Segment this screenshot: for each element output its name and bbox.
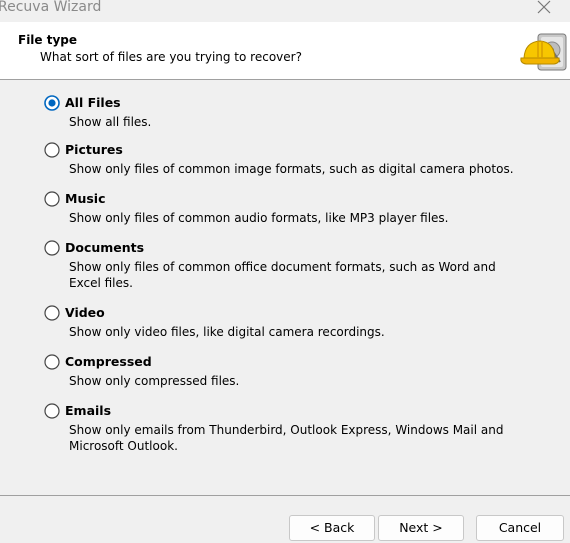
radio-all-files[interactable] bbox=[44, 95, 60, 111]
option-label: Documents bbox=[65, 240, 145, 255]
page-subtitle: What sort of files are you trying to rec… bbox=[40, 50, 302, 64]
close-button[interactable] bbox=[530, 0, 570, 18]
back-button[interactable]: < Back bbox=[289, 515, 375, 541]
radio-pictures[interactable] bbox=[44, 142, 60, 158]
option-description: Show only compressed files. bbox=[69, 374, 240, 388]
option-label: Music bbox=[65, 191, 106, 206]
option-description: Show only files of common audio formats,… bbox=[69, 211, 449, 225]
radio-emails[interactable] bbox=[44, 403, 60, 419]
next-button[interactable]: Next > bbox=[378, 515, 464, 541]
option-description: Show only video files, like digital came… bbox=[69, 325, 385, 339]
cancel-button[interactable]: Cancel bbox=[476, 515, 564, 541]
option-label: Video bbox=[65, 305, 105, 320]
window-title: Recuva Wizard bbox=[0, 0, 102, 15]
radio-music[interactable] bbox=[44, 191, 60, 207]
option-label: All Files bbox=[65, 95, 121, 110]
option-label: Pictures bbox=[65, 142, 123, 157]
footer-divider bbox=[0, 495, 570, 496]
radio-documents[interactable] bbox=[44, 240, 60, 256]
radio-compressed[interactable] bbox=[44, 354, 60, 370]
option-label: Emails bbox=[65, 403, 112, 418]
option-description: Show only files of common image formats,… bbox=[69, 162, 514, 176]
wizard-header: File type What sort of files are you try… bbox=[0, 22, 570, 80]
recuva-wizard-window: Recuva Wizard File type What sort of fil… bbox=[0, 0, 570, 543]
option-label: Compressed bbox=[65, 354, 152, 369]
option-description: Show only files of common office documen… bbox=[69, 260, 496, 290]
radio-video[interactable] bbox=[44, 305, 60, 321]
close-icon bbox=[537, 0, 551, 14]
option-description: Show only emails from Thunderbird, Outlo… bbox=[69, 423, 504, 453]
title-bar: Recuva Wizard bbox=[0, 0, 570, 22]
recuva-hardhat-drive-icon bbox=[520, 33, 567, 71]
page-title: File type bbox=[18, 33, 78, 47]
option-description: Show all files. bbox=[69, 115, 152, 129]
